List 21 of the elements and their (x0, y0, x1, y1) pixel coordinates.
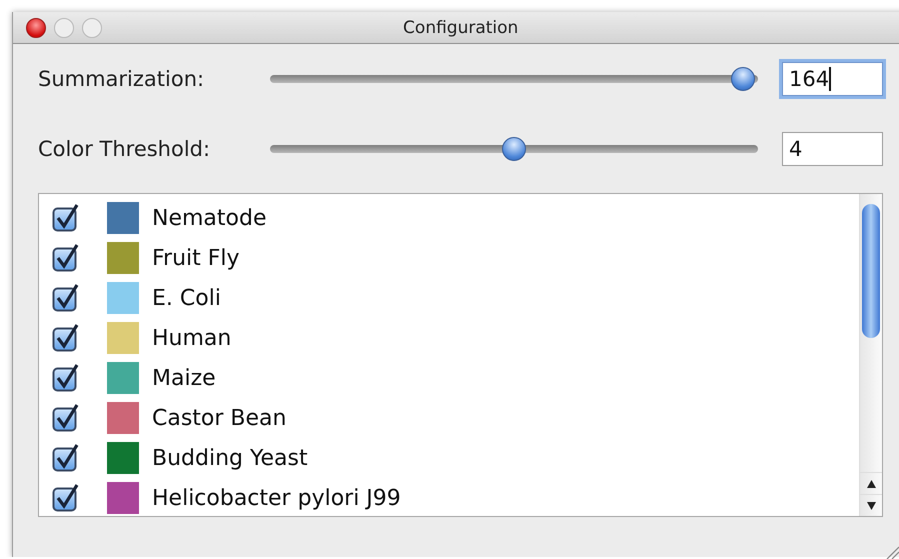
resize-grip-icon[interactable] (885, 545, 899, 559)
organism-name: E. Coli (152, 286, 221, 310)
organism-name: Human (152, 326, 232, 350)
setting-label: Color Threshold: (38, 137, 212, 161)
scroll-thumb[interactable] (862, 204, 880, 338)
organism-name: Castor Bean (152, 406, 286, 430)
organism-name: Nematode (152, 206, 266, 230)
slider-thumb[interactable] (731, 67, 756, 91)
close-button[interactable] (26, 18, 46, 38)
organism-name: Maize (152, 366, 216, 390)
value-field[interactable]: 164 (782, 62, 883, 96)
organism-name: Budding Yeast (152, 446, 308, 470)
organism-name: Helicobacter pylori J99 (152, 486, 401, 510)
scroll-up-icon[interactable] (866, 480, 876, 488)
scroll-down-icon[interactable] (866, 502, 876, 510)
organism-name: Fruit Fly (152, 246, 240, 270)
scroll-bar[interactable] (859, 194, 882, 516)
slider-thumb[interactable] (502, 137, 526, 161)
value-field[interactable]: 4 (782, 132, 883, 166)
window-title: Configuration (403, 18, 518, 38)
setting-label: Summarization: (38, 67, 206, 91)
